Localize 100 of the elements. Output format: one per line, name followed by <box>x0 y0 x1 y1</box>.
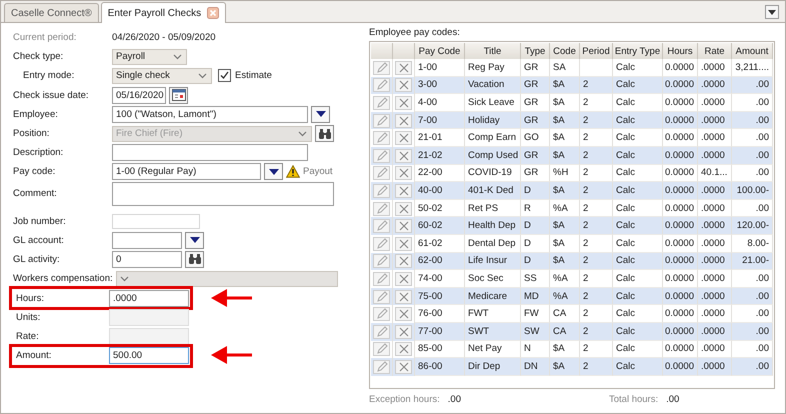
date-field[interactable]: 05/16/2020 <box>112 86 166 104</box>
delete-button[interactable] <box>395 219 412 234</box>
column-header[interactable]: Code <box>550 43 580 59</box>
employee-field[interactable]: 100 ("Watson, Lamont") <box>112 106 308 123</box>
tab-menu-button[interactable] <box>765 5 779 19</box>
table-cell: 75-00 <box>415 288 465 306</box>
summary-value: .00 <box>666 394 680 405</box>
column-header[interactable]: Entry Type <box>613 43 663 59</box>
delete-button[interactable] <box>395 78 412 92</box>
delete-button[interactable] <box>395 324 412 339</box>
edit-button[interactable] <box>373 360 390 374</box>
tab[interactable]: Caselle Connect® <box>4 3 99 22</box>
delete-button[interactable] <box>395 272 412 286</box>
field-label: Hours: <box>16 292 45 304</box>
arrow-icon <box>211 346 253 364</box>
column-header[interactable]: Rate <box>698 43 732 59</box>
edit-button[interactable] <box>373 114 390 128</box>
column-header[interactable]: Pay Code <box>415 43 465 59</box>
estimate-checkbox[interactable] <box>218 69 231 82</box>
column-header[interactable]: Amount <box>732 43 773 59</box>
table-cell: Calc <box>613 252 663 270</box>
x-icon <box>398 204 408 214</box>
delete-button[interactable] <box>395 148 412 163</box>
edit-button[interactable] <box>373 96 390 110</box>
delete-button[interactable] <box>395 114 412 128</box>
delete-button[interactable] <box>395 202 412 216</box>
delete-button[interactable] <box>395 236 412 251</box>
table-cell: GR <box>521 146 550 165</box>
dropdown-button[interactable] <box>311 106 330 123</box>
edit-button[interactable] <box>373 131 390 146</box>
edit-button[interactable] <box>373 148 390 163</box>
calendar-icon <box>172 89 186 102</box>
column-header[interactable]: Type <box>521 43 550 59</box>
delete-button[interactable] <box>395 96 412 110</box>
table-cell: .0000 <box>698 217 732 235</box>
column-header[interactable]: Period <box>580 43 613 59</box>
delete-button[interactable] <box>395 131 412 146</box>
pencil-icon <box>376 79 388 92</box>
edit-button[interactable] <box>373 60 390 75</box>
edit-button[interactable] <box>373 78 390 92</box>
table-cell: Health Dep <box>465 217 521 235</box>
chevron-down-icon <box>298 130 307 137</box>
calendar-button[interactable] <box>169 86 188 104</box>
number-field[interactable]: .0000 <box>109 290 189 307</box>
close-icon[interactable] <box>207 7 220 19</box>
edit-button[interactable] <box>373 184 390 198</box>
entry-mode-select[interactable]: Single check <box>112 68 212 84</box>
gl-activity-field[interactable]: 0 <box>112 250 182 268</box>
edit-button[interactable] <box>373 254 390 268</box>
check-type-select[interactable]: Payroll <box>112 48 187 65</box>
x-icon <box>398 292 408 302</box>
delete-button[interactable] <box>395 60 412 75</box>
edit-button[interactable] <box>373 219 390 234</box>
edit-button[interactable] <box>373 324 390 339</box>
delete-button[interactable] <box>395 307 412 322</box>
gl-account-field[interactable] <box>112 232 182 249</box>
binoculars-button[interactable] <box>315 125 334 142</box>
checkbox-label: Estimate <box>235 70 272 82</box>
edit-button[interactable] <box>373 236 390 251</box>
table-cell: 0.0000 <box>663 112 698 130</box>
table-cell: Calc <box>613 288 663 306</box>
tab[interactable]: Enter Payroll Checks <box>100 2 226 23</box>
table-cell: 2 <box>580 322 613 340</box>
table-cell: 7-00 <box>415 112 465 130</box>
caret-down-icon <box>268 168 278 175</box>
delete-button[interactable] <box>395 290 412 304</box>
binoculars-icon <box>318 128 332 140</box>
dropdown-button[interactable] <box>264 163 283 180</box>
table-cell: .00 <box>732 322 773 340</box>
column-header[interactable]: Hours <box>663 43 698 59</box>
table-cell: 3-00 <box>415 76 465 94</box>
table-cell: $A <box>550 146 580 165</box>
edit-button[interactable] <box>373 290 390 304</box>
table-cell: $A <box>550 217 580 235</box>
field-label: Description: <box>13 147 64 158</box>
dropdown-button[interactable] <box>185 232 204 249</box>
pay-code-field[interactable]: 1-00 (Regular Pay) <box>112 163 261 180</box>
job-number-field[interactable] <box>112 214 200 229</box>
table-cell: 0.0000 <box>663 322 698 340</box>
number-field[interactable]: 500.00 <box>109 347 189 364</box>
edit-button[interactable] <box>373 342 390 356</box>
description-field[interactable] <box>112 144 308 162</box>
delete-button[interactable] <box>395 254 412 268</box>
pencil-icon <box>376 360 388 373</box>
edit-button[interactable] <box>373 307 390 322</box>
binoculars-button[interactable] <box>185 250 204 268</box>
table-cell: .00 <box>732 358 773 376</box>
delete-button[interactable] <box>395 184 412 198</box>
delete-button[interactable] <box>395 166 412 180</box>
edit-button[interactable] <box>373 166 390 180</box>
edit-button[interactable] <box>373 202 390 216</box>
table-cell: Holiday <box>465 112 521 130</box>
column-header[interactable]: Title <box>465 43 521 59</box>
table-cell: 0.0000 <box>663 76 698 94</box>
edit-button[interactable] <box>373 272 390 286</box>
table-cell: Calc <box>613 146 663 165</box>
delete-button[interactable] <box>395 342 412 356</box>
comment-field[interactable] <box>112 182 334 206</box>
delete-button[interactable] <box>395 360 412 374</box>
table-cell: 2 <box>580 358 613 376</box>
